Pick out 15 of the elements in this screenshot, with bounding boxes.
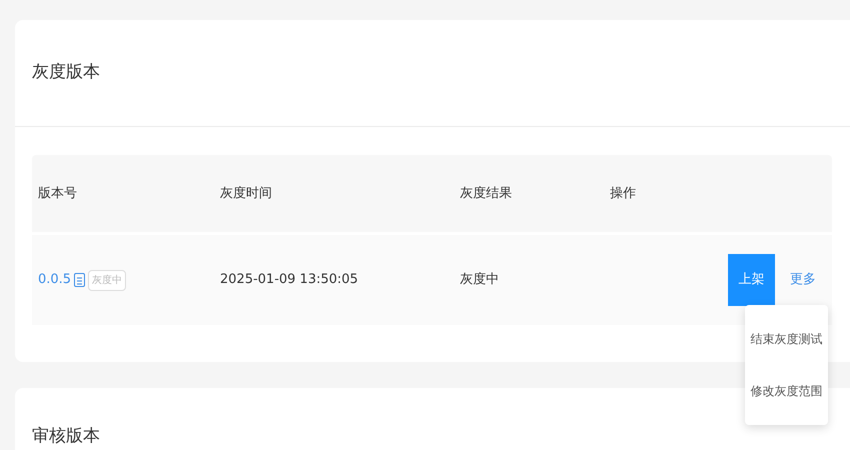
version-link[interactable]: 0.0.5 (38, 270, 72, 290)
menu-item[interactable]: 结束灰度测试 (745, 313, 828, 365)
column-header: 灰度时间 (220, 186, 272, 201)
section-title: 审核版本 (32, 426, 100, 446)
column-header: 版本号 (38, 186, 77, 201)
table-cell: 2025-01-09 13:50:05 (220, 272, 358, 288)
status-tag: 灰度中 (88, 270, 126, 290)
table-cell: 灰度中 (460, 272, 499, 288)
more-link[interactable]: 更多 (790, 270, 816, 290)
list-button[interactable]: 上架 (728, 254, 775, 306)
section-title: 灰度版本 (32, 61, 100, 84)
document-icon[interactable] (74, 273, 86, 287)
column-header: 操作 (610, 186, 636, 201)
menu-item[interactable]: 修改灰度范围 (745, 365, 828, 417)
column-header: 灰度结果 (460, 186, 512, 201)
